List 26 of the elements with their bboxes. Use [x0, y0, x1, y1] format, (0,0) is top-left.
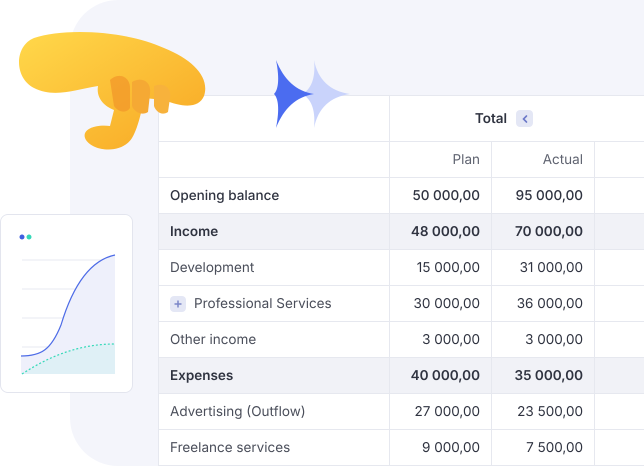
amount-cell: 9 000,00 [390, 430, 492, 466]
row-label: Advertising (Outflow) [159, 394, 390, 430]
sparkle-logo-icon [274, 60, 352, 128]
expand-button[interactable] [170, 296, 186, 312]
amount-cell: 23 500,00 [492, 394, 595, 430]
amount-cell: 48 000,00 [390, 214, 492, 250]
collapse-button[interactable] [516, 110, 534, 127]
column-group-header: Total [474, 110, 508, 126]
amount-cell: 31 000,00 [492, 250, 595, 286]
amount-cell: 70 000,00 [492, 214, 595, 250]
plus-icon [173, 298, 183, 308]
column-header: Actual [492, 142, 595, 178]
amount-cell: 27 000,00 [390, 394, 492, 430]
amount-cell: 36 000,00 [492, 286, 595, 322]
chevron-left-icon [520, 114, 529, 124]
amount-cell: 40 000,00 [390, 358, 492, 394]
section-row-label: Expenses [159, 358, 390, 394]
row-label: Freelance services [159, 430, 390, 466]
amount-cell: 7 500,00 [492, 430, 595, 466]
amount-cell: 35 000,00 [492, 358, 595, 394]
column-header: Plan [390, 142, 492, 178]
amount-cell: 15 000,00 [390, 250, 492, 286]
section-row-label: Income [159, 214, 390, 250]
row-label: Development [159, 250, 390, 286]
row-label: Professional Services [159, 286, 390, 322]
amount-cell: 30 000,00 [390, 286, 492, 322]
